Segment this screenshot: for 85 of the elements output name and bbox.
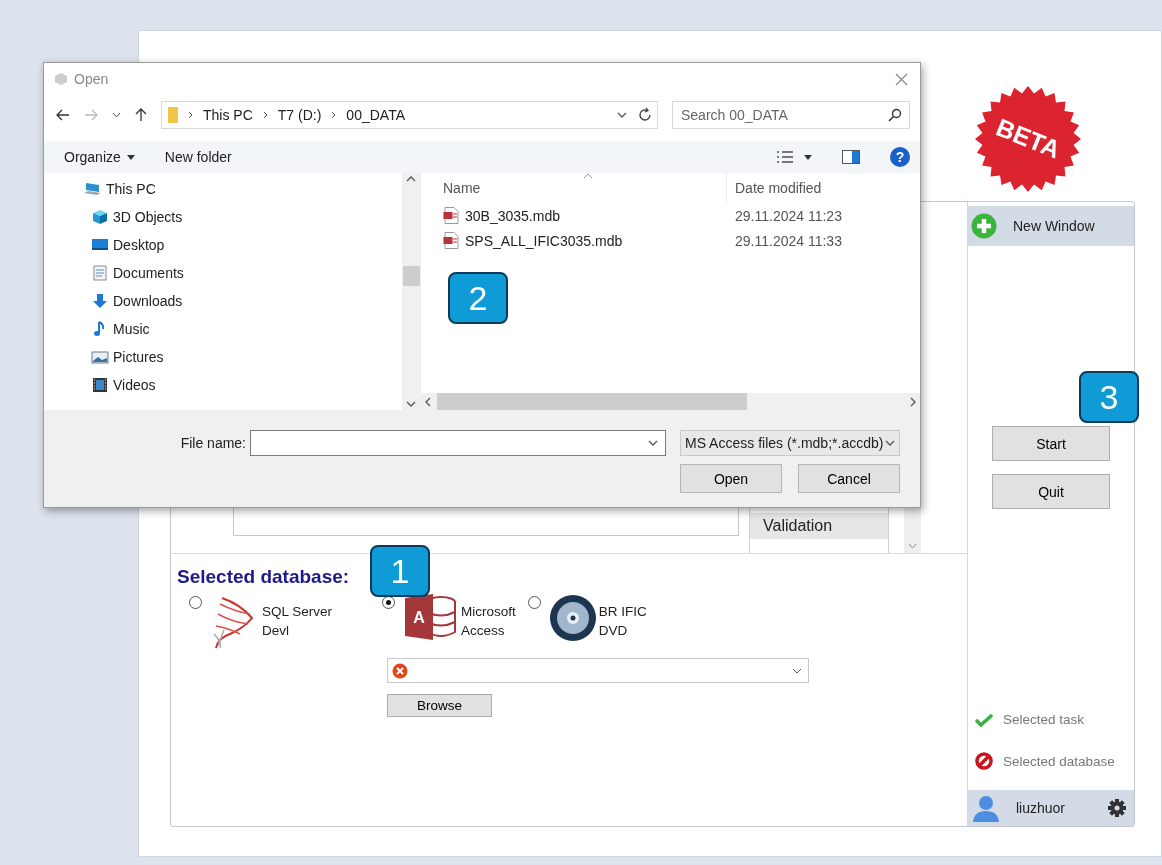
plus-icon [971,213,997,239]
organize-menu[interactable]: Organize [64,149,135,165]
preview-pane-icon[interactable] [842,150,860,164]
dialog-button[interactable]: Cancel [798,464,900,493]
chevron-right-icon [262,111,268,119]
scrollbar-thumb[interactable] [402,266,420,286]
file-date: 29.11.2024 11:23 [734,207,842,224]
nav-item[interactable]: Pictures [91,347,402,367]
chevron-down-icon [792,667,802,674]
scrollbar[interactable] [402,173,420,410]
document-icon [91,265,109,281]
breadcrumb[interactable]: 00_DATA [346,107,405,123]
app-icon [54,72,68,86]
radio-button[interactable] [189,596,202,609]
nav-item[interactable]: Music [91,319,402,339]
search-field[interactable]: Search 00_DATA [672,101,910,129]
chevron-down-icon[interactable] [617,112,627,118]
nav-item[interactable]: Downloads [91,291,402,311]
column-header[interactable]: Name [421,173,727,203]
refresh-icon[interactable] [637,107,653,123]
file-date: 29.11.2024 11:33 [734,232,842,249]
database-file-icon [443,232,459,249]
status-label: Selected task [1003,712,1085,727]
dialog-button[interactable]: Open [680,464,782,493]
film-icon [91,377,109,393]
nav-item[interactable]: Documents [91,263,402,283]
back-arrow-icon[interactable] [56,109,70,121]
action-button[interactable]: Quit [992,474,1110,509]
new-folder-button[interactable]: New folder [164,149,232,165]
action-button[interactable]: Start [992,426,1110,461]
down-arrow-icon [91,293,109,309]
address-bar[interactable]: This PC T7 (D:) 00_DATA [161,101,658,129]
chevron-right-icon[interactable] [910,396,916,407]
settings-icon[interactable] [1108,799,1126,817]
option-label: Microsoft Access [461,603,516,640]
file-name[interactable]: 30B_3035.mdb [465,207,560,224]
option-label: SQL Server Devl [262,603,333,640]
file-name-field[interactable] [250,430,666,456]
chevron-right-icon [331,111,337,119]
nav-item[interactable]: Videos [91,375,402,395]
chevron-up-icon[interactable] [406,176,416,182]
chevron-down-icon[interactable] [112,112,121,118]
database-file-icon [443,207,459,224]
section-heading: Selected database: [177,566,350,588]
monitor-icon [91,237,109,253]
scrollbar[interactable] [421,393,920,410]
scrollbar-thumb[interactable] [437,393,747,410]
step-number-badge: 3 [1079,371,1139,423]
caret-icon[interactable] [804,154,812,160]
file-name[interactable]: SPS_ALL_IFIC3035.mdb [465,232,623,249]
beta-badge: BETA [974,85,1082,193]
chevron-right-icon [188,111,193,119]
step-number-badge: 2 [448,272,508,324]
user-name: liuzhuor [1016,800,1067,816]
browse-button[interactable]: Browse [387,694,492,717]
nav-item[interactable]: 3D Objects [91,207,402,227]
nav-item[interactable]: This PC [84,179,402,199]
dvd-disc-icon [548,594,597,642]
sort-up-icon [583,173,593,179]
chevron-down-icon[interactable] [406,401,416,407]
breadcrumb[interactable]: This PC [203,107,253,123]
chevron-down-icon [885,440,895,446]
new-window-button[interactable]: New Window [968,206,1134,246]
breadcrumb[interactable]: T7 (D:) [277,107,322,123]
user-icon [972,794,1000,822]
up-arrow-icon[interactable] [135,108,147,122]
caret-icon [126,154,135,160]
chevron-left-icon[interactable] [425,396,431,407]
nav-item[interactable]: Desktop [91,235,402,255]
picture-icon [91,349,109,365]
file-type-dropdown[interactable]: MS Access files (*.mdb;*.accdb) [680,430,900,456]
status-label: Selected database [1003,753,1115,769]
view-list-icon[interactable] [776,150,794,164]
dialog-title: Open [74,71,109,87]
file-name-label: File name: [180,435,246,451]
radio-button[interactable] [527,596,541,609]
folder-icon [168,107,178,123]
computer-icon [84,181,102,197]
list-item[interactable]: Validation [750,513,888,539]
help-icon[interactable]: ? [890,147,910,167]
column-header[interactable]: Date modified [727,180,822,196]
step-number-badge: 1 [370,545,430,597]
option-label: BR IFIC DVD [598,603,647,640]
cube-icon [91,209,109,225]
close-icon[interactable] [895,72,908,86]
